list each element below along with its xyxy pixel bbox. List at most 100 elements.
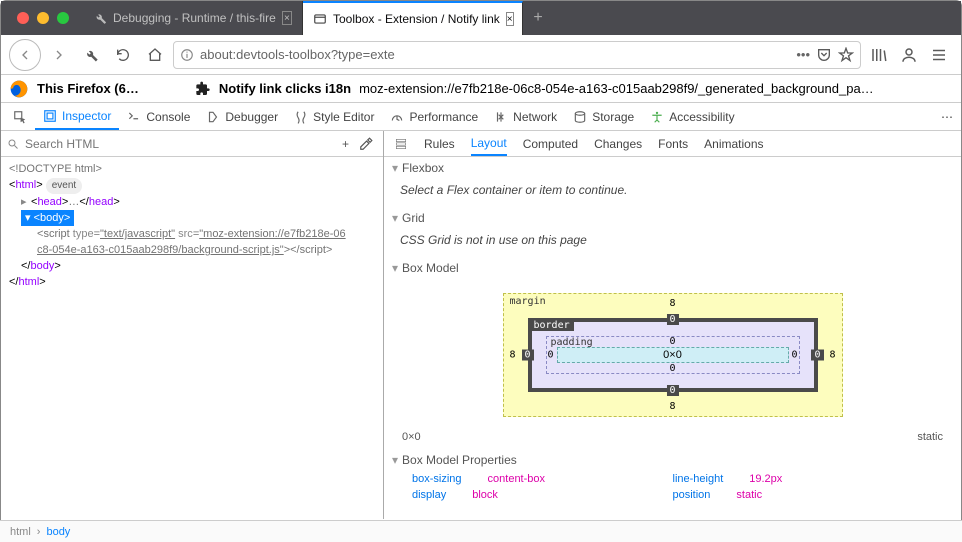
debugger-icon xyxy=(206,110,220,124)
forward-button[interactable] xyxy=(45,41,73,69)
boxmodel-props: box-sizingcontent-box line-height19.2px xyxy=(384,471,961,487)
reload-button[interactable] xyxy=(109,41,137,69)
tab-console[interactable]: Console xyxy=(119,103,198,130)
tab-storage[interactable]: Storage xyxy=(565,103,642,130)
back-button[interactable] xyxy=(9,39,41,71)
breadcrumb-body[interactable]: body xyxy=(46,526,70,538)
boxmodel-props: displayblock positionstatic xyxy=(384,487,961,503)
url-text: about:devtools-toolbox?type=exte xyxy=(200,47,790,62)
info-icon xyxy=(180,48,194,62)
wrench-icon xyxy=(93,11,107,25)
subtab-computed[interactable]: Computed xyxy=(523,137,578,151)
event-pill[interactable]: event xyxy=(46,178,82,194)
browser-tab-inactive[interactable]: Debugging - Runtime / this-fire × xyxy=(83,1,303,35)
layout-panel: Rules Layout Computed Changes Fonts Anim… xyxy=(384,131,961,519)
breadcrumb-bar: html › body xyxy=(0,520,962,542)
picker-icon xyxy=(13,110,27,124)
tab-network[interactable]: Network xyxy=(486,103,565,130)
window-icon xyxy=(313,12,327,26)
library-button[interactable] xyxy=(865,41,893,69)
account-button[interactable] xyxy=(895,41,923,69)
tab-accessibility[interactable]: Accessibility xyxy=(642,103,742,130)
performance-icon xyxy=(390,110,404,124)
boxmodel-props-header[interactable]: ▾Box Model Properties xyxy=(384,449,961,471)
arrow-left-icon xyxy=(17,47,33,63)
tab-inspector[interactable]: Inspector xyxy=(35,103,119,130)
tab-label: Toolbox - Extension / Notify link xyxy=(333,12,500,26)
reload-icon xyxy=(115,47,131,63)
grid-header[interactable]: ▾Grid xyxy=(384,207,961,229)
inspector-icon xyxy=(43,109,57,123)
star-icon[interactable] xyxy=(838,47,854,63)
accessibility-icon xyxy=(650,110,664,124)
selected-node[interactable]: ▾ <body> xyxy=(9,210,383,226)
markup-panel: + <!DOCTYPE html> <html> event ▸<head>…<… xyxy=(1,131,384,519)
new-tab-button[interactable]: + xyxy=(523,1,553,35)
subtab-animations[interactable]: Animations xyxy=(704,137,763,151)
eyedropper-icon[interactable] xyxy=(359,137,373,151)
flexbox-header[interactable]: ▾Flexbox xyxy=(384,157,961,179)
grid-hint: CSS Grid is not in use on this page xyxy=(384,229,961,257)
content-box[interactable]: 0×0 xyxy=(557,347,789,363)
inspector-subtabs: Rules Layout Computed Changes Fonts Anim… xyxy=(384,131,961,157)
maximize-window-button[interactable] xyxy=(57,12,69,24)
subtab-changes[interactable]: Changes xyxy=(594,137,642,151)
home-button[interactable] xyxy=(141,41,169,69)
dom-tree[interactable]: <!DOCTYPE html> <html> event ▸<head>…</h… xyxy=(1,157,383,290)
pick-element-button[interactable] xyxy=(5,103,35,130)
add-node-button[interactable]: + xyxy=(342,137,349,151)
extension-name: Notify link clicks i18n xyxy=(219,81,351,96)
boxmodel-header[interactable]: ▾Box Model xyxy=(384,257,961,279)
tab-debugger[interactable]: Debugger xyxy=(198,103,286,130)
flexbox-hint: Select a Flex container or item to conti… xyxy=(384,179,961,207)
firefox-target-label: This Firefox (6… xyxy=(37,81,139,96)
search-input[interactable] xyxy=(25,137,336,151)
storage-icon xyxy=(573,110,587,124)
minimize-window-button[interactable] xyxy=(37,12,49,24)
home-icon xyxy=(147,47,163,63)
page-actions-icon[interactable]: ••• xyxy=(796,47,810,62)
target-info-row: This Firefox (6… Notify link clicks i18n… xyxy=(1,75,961,103)
library-icon xyxy=(870,46,888,64)
devtools-toolbar: Inspector Console Debugger Style Editor … xyxy=(1,103,961,131)
style-icon xyxy=(294,110,308,124)
navbar-right-icons xyxy=(865,41,953,69)
tab-style-editor[interactable]: Style Editor xyxy=(286,103,382,130)
pocket-icon[interactable] xyxy=(816,47,832,63)
close-tab-icon[interactable]: × xyxy=(506,12,514,26)
search-icon xyxy=(7,138,19,150)
subtab-rules[interactable]: Rules xyxy=(424,137,455,151)
hamburger-icon xyxy=(930,46,948,64)
margin-label: margin xyxy=(510,296,546,307)
wrench-icon xyxy=(83,47,99,63)
extension-icon xyxy=(195,81,211,97)
arrow-right-icon xyxy=(51,47,67,63)
close-window-button[interactable] xyxy=(17,12,29,24)
subtab-fonts[interactable]: Fonts xyxy=(658,137,688,151)
tab-performance[interactable]: Performance xyxy=(382,103,486,130)
window-titlebar: Debugging - Runtime / this-fire × Toolbo… xyxy=(1,1,961,35)
traffic-lights xyxy=(9,12,77,24)
markup-search-row: + xyxy=(1,131,383,157)
network-icon xyxy=(494,110,508,124)
browser-tab-active[interactable]: Toolbox - Extension / Notify link × xyxy=(303,1,523,35)
account-icon xyxy=(900,46,918,64)
border-label: border xyxy=(530,320,574,331)
filter-styles-icon[interactable] xyxy=(394,137,408,151)
url-bar[interactable]: about:devtools-toolbox?type=exte ••• xyxy=(173,41,861,69)
box-model-diagram[interactable]: margin 8 8 8 8 border 0 0 0 0 padding 0 … xyxy=(384,279,961,425)
devtools-more-button[interactable]: ⋯ xyxy=(933,110,961,124)
browser-navbar: about:devtools-toolbox?type=exte ••• xyxy=(1,35,961,75)
dimensions-row: 0×0 static xyxy=(384,425,961,449)
devtools-main: + <!DOCTYPE html> <html> event ▸<head>…<… xyxy=(1,131,961,519)
extension-path: moz-extension://e7fb218e-06c8-054e-a163-… xyxy=(359,81,874,96)
devtools-wrench-button[interactable] xyxy=(77,41,105,69)
close-tab-icon[interactable]: × xyxy=(282,11,292,25)
doctype: <!DOCTYPE html> xyxy=(9,161,383,177)
breadcrumb-html[interactable]: html xyxy=(10,526,31,538)
menu-button[interactable] xyxy=(925,41,953,69)
console-icon xyxy=(127,110,141,124)
tab-label: Debugging - Runtime / this-fire xyxy=(113,11,276,25)
firefox-icon xyxy=(9,79,29,99)
subtab-layout[interactable]: Layout xyxy=(471,131,507,156)
